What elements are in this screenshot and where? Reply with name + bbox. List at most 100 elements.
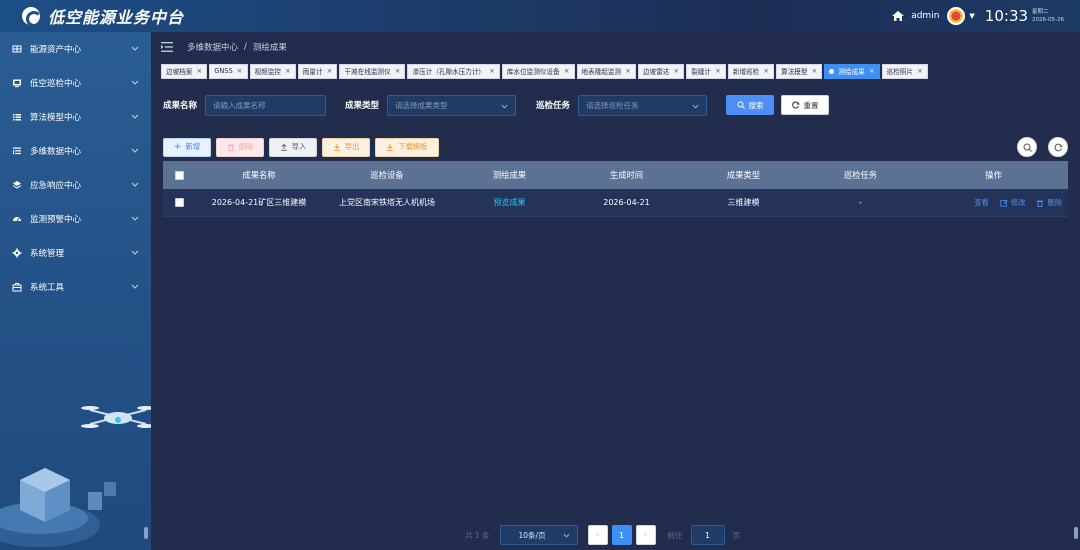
close-icon[interactable]: × [811,67,817,75]
logo-icon [22,7,42,27]
chevron-down-icon[interactable]: ▼ [969,12,974,20]
sidebar-item-algorithm-model[interactable]: 算法模型中心 [0,100,151,134]
layers-icon [12,181,22,189]
sidebar-scrollbar[interactable] [144,527,148,539]
type-filter-select[interactable]: 请选择成果类型 [387,94,517,116]
sidebar-item-emergency-response[interactable]: 应急响应中心 [0,168,151,202]
tab-12[interactable]: 测绘成果 × [824,63,880,79]
home-icon[interactable] [891,9,905,23]
tab-label: 巡检照片 [886,68,913,76]
tab-label: GNSS [214,67,233,75]
row-checkbox[interactable] [174,198,184,207]
cell-device: 上党区南宋铁塔无人机机场 [339,198,435,207]
close-icon[interactable]: × [715,67,721,75]
tab-6[interactable]: 库水位监测仪设备 × [501,63,575,79]
select-all-checkbox[interactable] [174,170,184,180]
search-button[interactable]: 搜索 [726,95,775,115]
add-button-label: 新增 [185,142,201,151]
page-size-select[interactable]: 10条/页 [499,525,578,545]
tab-8[interactable]: 边坡雷达 × [637,63,685,79]
sidebar-item-label: 多维数据中心 [30,147,82,157]
tab-1[interactable]: GNSS × [209,63,248,79]
task-filter-placeholder: 请选择巡检任务 [586,100,639,110]
goto-page-input[interactable]: 1 [690,525,725,545]
delete-link[interactable]: 删除 [1036,198,1062,208]
avatar[interactable] [947,7,966,25]
delete-button[interactable]: 删除 [216,137,264,157]
close-icon[interactable]: × [237,67,243,75]
toggle-search-button[interactable] [1017,137,1037,157]
tab-label: 干滩在线监测仪 [344,68,391,76]
name-filter-input[interactable]: 请输入成果名称 [205,94,327,116]
sidebar-item-system-tools[interactable]: 系统工具 [0,270,151,304]
import-button[interactable]: 导入 [269,137,317,157]
view-link[interactable]: 查看 [974,198,989,208]
tab-0[interactable]: 边坡档案 × [161,63,208,79]
page-number-current[interactable]: 1 [611,525,632,545]
close-icon[interactable]: × [196,67,202,75]
tab-10[interactable]: 新增巡检 × [727,63,775,79]
preview-result-link[interactable]: 预览成果 [494,198,526,207]
task-filter-label: 巡检任务 [536,101,571,111]
breadcrumb-parent[interactable]: 多维数据中心 [187,41,238,53]
date: 2026-05-26 [1032,17,1064,23]
close-icon[interactable]: × [564,67,570,75]
tab-5[interactable]: 渗压计（孔隙水压力计） × [407,63,500,79]
refresh-table-button[interactable] [1048,137,1068,157]
column-header: 成果类型 [726,170,761,180]
close-icon[interactable]: × [489,67,495,75]
add-button[interactable]: + 新增 [163,137,211,157]
close-icon[interactable]: × [917,67,923,75]
export-button[interactable]: 导出 [322,137,370,157]
sidebar-item-system-management[interactable]: 系统管理 [0,236,151,270]
tab-9[interactable]: 裂缝计 × [686,63,726,79]
app-title: 低空能源业务中台 [48,8,185,27]
sidebar-item-aerial-inspection[interactable]: 低空巡检中心 [0,66,151,100]
top-header: 低空能源业务中台 admin ▼ 10:33 星期二 2026-05-26 [0,0,1080,32]
close-icon[interactable]: × [673,67,679,75]
chevron-left-icon: ‹ [595,530,600,540]
import-button-label: 导入 [291,142,307,151]
app-logo[interactable]: 低空能源业务中台 [0,4,184,28]
chevron-down-icon [131,250,139,255]
close-icon[interactable]: × [327,67,333,75]
tab-4[interactable]: 干滩在线监测仪 × [339,63,406,79]
edit-icon [1000,199,1008,207]
close-icon[interactable]: × [285,67,291,75]
sidebar-item-label: 应急响应中心 [30,181,82,191]
sidebar-item-monitoring-alert[interactable]: 监测预警中心 [0,202,151,236]
menu-fold-icon[interactable] [161,42,173,52]
close-icon[interactable]: × [395,67,401,75]
close-icon[interactable]: × [763,67,769,75]
task-filter-select[interactable]: 请选择巡检任务 [578,94,708,116]
active-dot-icon [829,68,835,74]
column-header: 操作 [985,170,1002,180]
refresh-icon [1054,143,1063,151]
column-header: 测绘成果 [492,170,527,180]
sidebar-item-energy-assets[interactable]: 能源资产中心 [0,32,151,66]
tab-7[interactable]: 地表隆起监测 × [576,63,636,79]
tab-11[interactable]: 算法模型 × [776,63,823,79]
sidebar-item-label: 低空巡检中心 [30,79,82,89]
close-icon[interactable]: × [869,67,875,75]
breadcrumb-separator: / [244,42,247,52]
tab-label: 视频监控 [254,68,281,76]
cell-task: - [859,198,862,207]
next-page-button[interactable]: › [635,525,656,545]
username[interactable]: admin [911,11,939,21]
sidebar-item-multidimensional-data[interactable]: 多维数据中心 [0,134,151,168]
search-icon [1023,143,1032,152]
weekday: 星期二 [1032,9,1049,15]
main-scrollbar[interactable] [1074,527,1078,539]
download-template-button[interactable]: 下载模板 [375,137,439,157]
reset-button[interactable]: 重置 [781,95,830,115]
chevron-down-icon [131,284,139,289]
tab-2[interactable]: 视频监控 × [249,63,296,79]
close-icon[interactable]: × [625,67,631,75]
prev-page-button[interactable]: ‹ [587,525,608,545]
delete-link-label: 删除 [1047,197,1062,207]
tab-3[interactable]: 雨量计 × [297,63,338,79]
tab-13[interactable]: 巡检照片 × [881,63,928,79]
drone-illustration [0,406,151,547]
edit-link[interactable]: 修改 [1000,198,1025,208]
